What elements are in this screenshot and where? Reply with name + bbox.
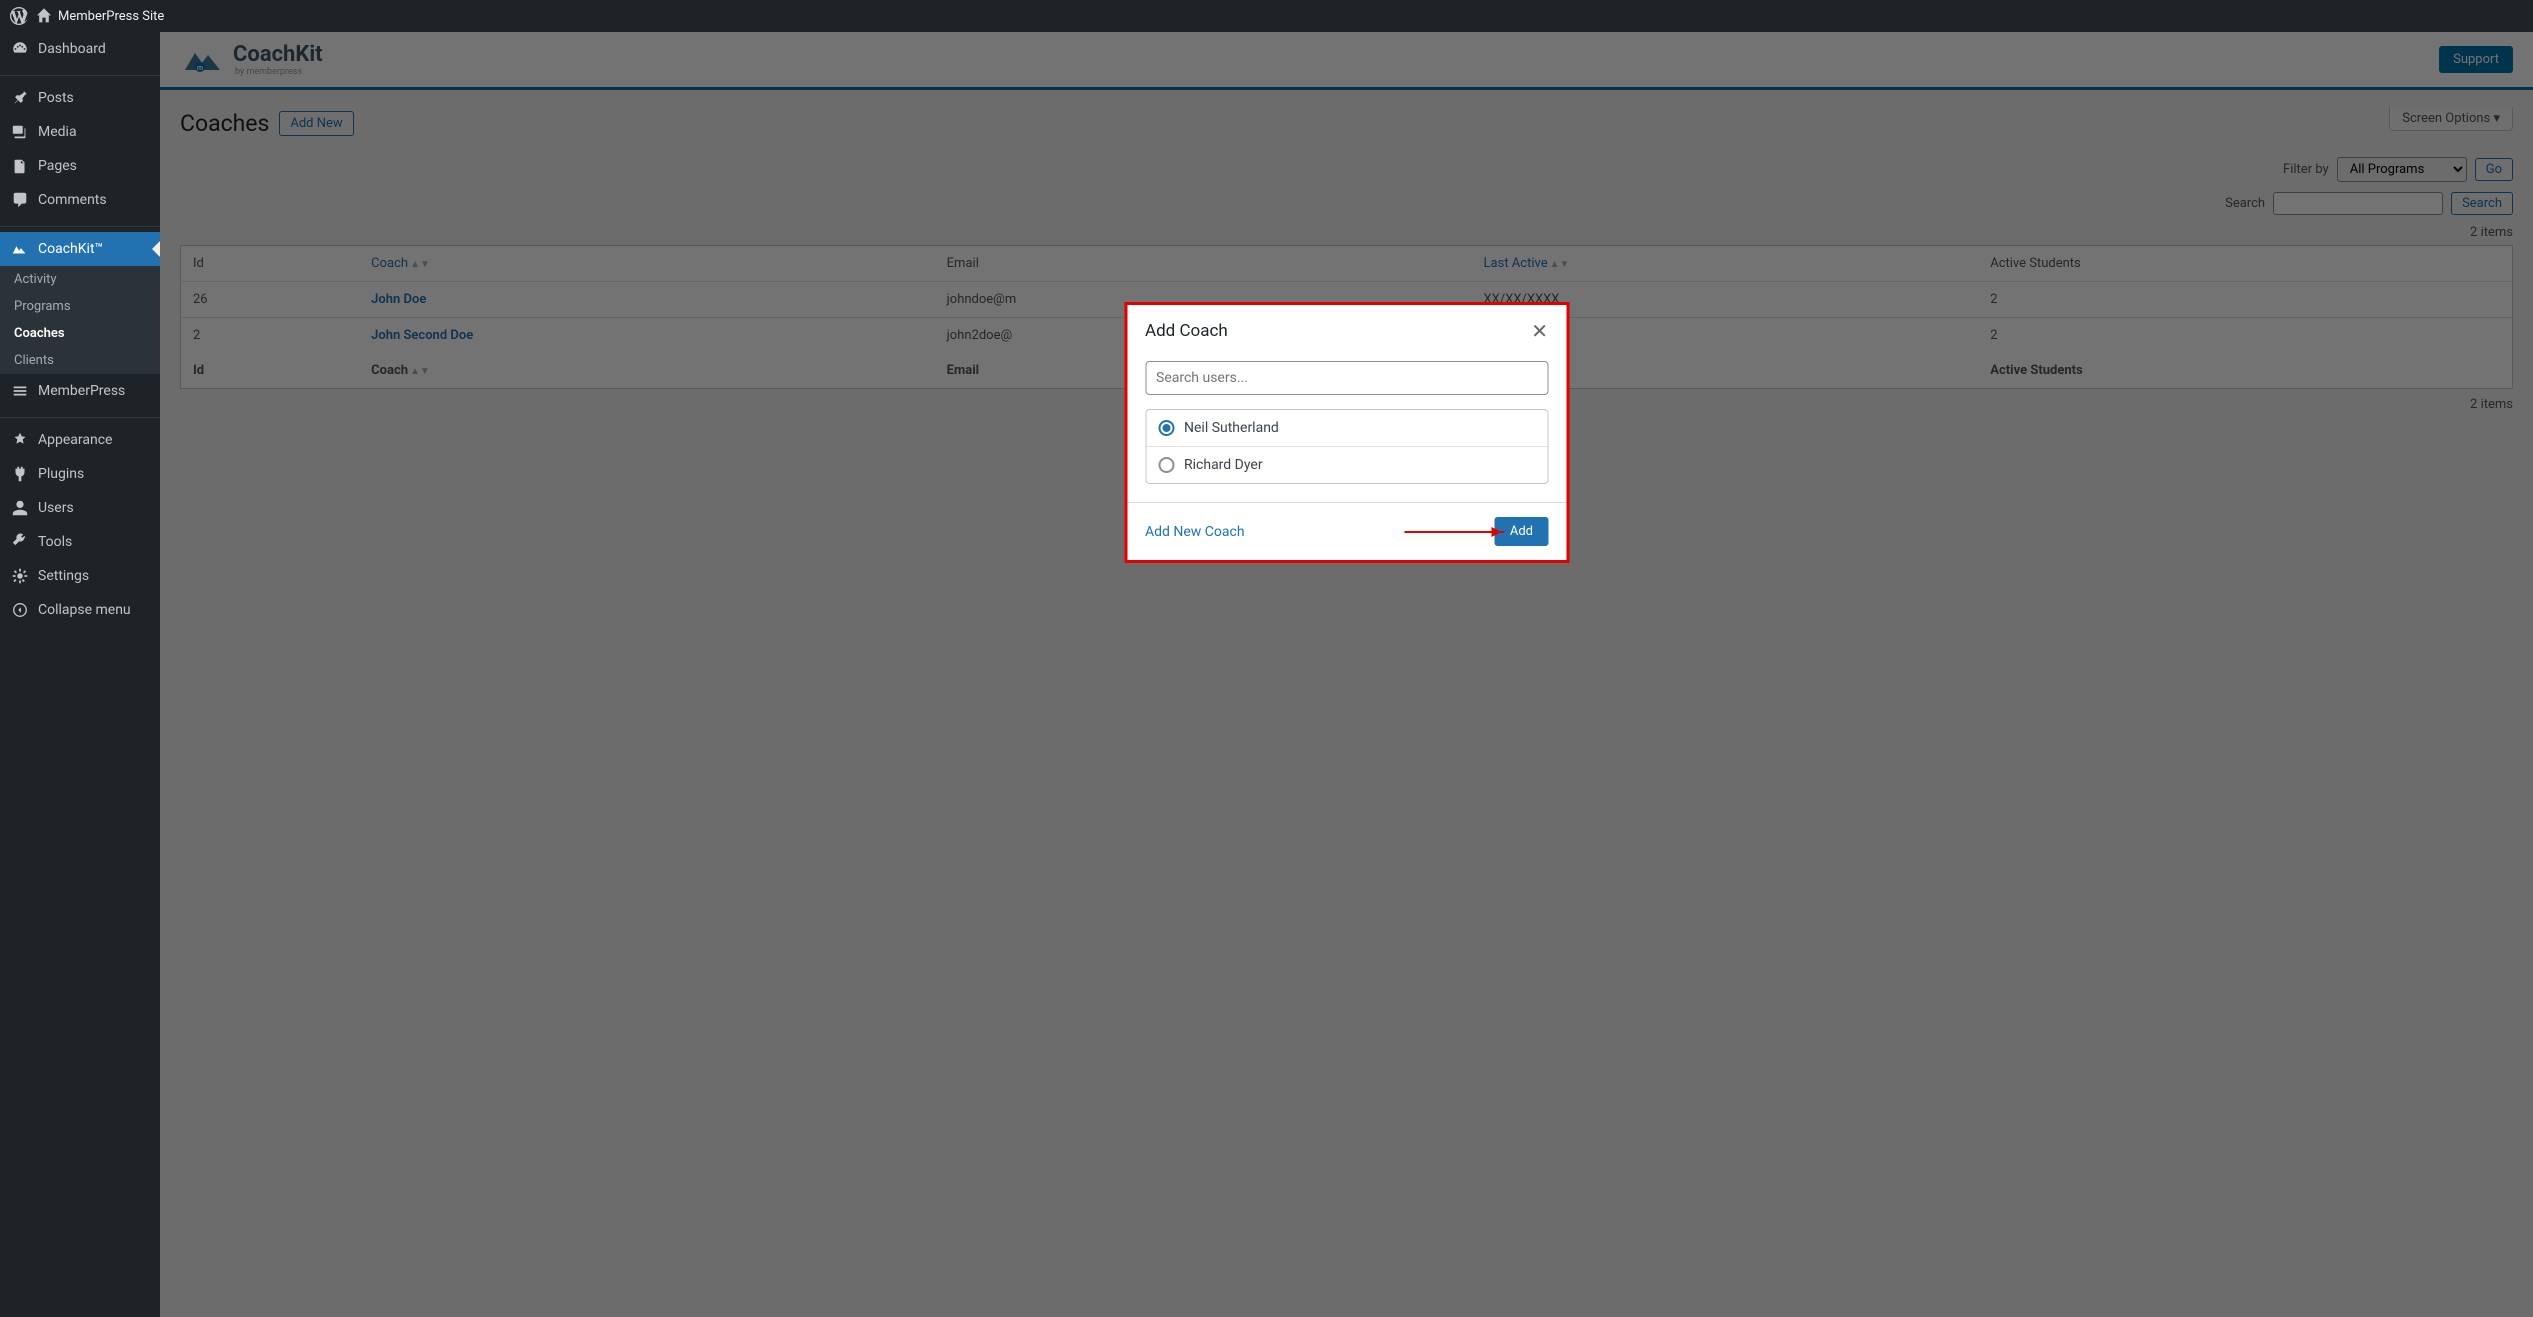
submenu-activity[interactable]: Activity — [0, 266, 160, 293]
wordpress-icon[interactable] — [10, 7, 28, 25]
modal-title: Add Coach — [1145, 321, 1228, 341]
sidebar-item-label: Media — [38, 124, 77, 140]
site-name[interactable]: MemberPress Site — [58, 9, 164, 24]
user-list: Neil Sutherland Richard Dyer — [1145, 409, 1548, 484]
home-icon[interactable] — [36, 8, 52, 24]
search-users-input[interactable] — [1145, 361, 1548, 395]
sidebar-item-label: CoachKit™ — [38, 241, 103, 257]
main-content: m CoachKit by memberpress Support Screen… — [160, 32, 2533, 1317]
settings-icon — [10, 567, 30, 585]
close-icon: ✕ — [1531, 319, 1548, 343]
sidebar-item-label: Plugins — [38, 466, 84, 482]
submenu-clients[interactable]: Clients — [0, 347, 160, 374]
sidebar-item-label: Collapse menu — [38, 602, 131, 618]
admin-topbar: MemberPress Site — [0, 0, 2533, 32]
sidebar-item-posts[interactable]: Posts — [0, 81, 160, 115]
sidebar-item-settings[interactable]: Settings — [0, 559, 160, 593]
sidebar-item-comments[interactable]: Comments — [0, 183, 160, 217]
radio-icon — [1158, 420, 1174, 436]
sidebar-item-appearance[interactable]: Appearance — [0, 423, 160, 457]
sidebar-item-label: Tools — [38, 534, 72, 550]
sidebar-item-label: Posts — [38, 90, 74, 106]
sidebar-item-tools[interactable]: Tools — [0, 525, 160, 559]
sidebar-item-label: Appearance — [38, 432, 112, 448]
pin-icon — [10, 89, 30, 107]
sidebar-item-coachkit[interactable]: CoachKit™ — [0, 232, 160, 266]
sidebar-item-dashboard[interactable]: Dashboard — [0, 32, 160, 66]
media-icon — [10, 123, 30, 141]
sidebar-item-memberpress[interactable]: MemberPress — [0, 374, 160, 408]
dashboard-icon — [10, 40, 30, 58]
radio-icon — [1158, 457, 1174, 473]
user-name: Richard Dyer — [1184, 457, 1263, 473]
sidebar-item-collapse[interactable]: Collapse menu — [0, 593, 160, 627]
memberpress-icon — [10, 382, 30, 400]
sidebar-item-label: Users — [38, 500, 74, 516]
user-option[interactable]: Richard Dyer — [1146, 446, 1547, 483]
sidebar-item-pages[interactable]: Pages — [0, 149, 160, 183]
modal-overlay[interactable] — [160, 32, 2533, 1317]
plugins-icon — [10, 465, 30, 483]
submenu-coaches[interactable]: Coaches — [0, 320, 160, 347]
sidebar-item-media[interactable]: Media — [0, 115, 160, 149]
tools-icon — [10, 533, 30, 551]
close-button[interactable]: ✕ — [1531, 321, 1548, 341]
sidebar-item-label: Dashboard — [38, 41, 106, 57]
coachkit-submenu: Activity Programs Coaches Clients — [0, 266, 160, 374]
submenu-programs[interactable]: Programs — [0, 293, 160, 320]
add-new-coach-link[interactable]: Add New Coach — [1145, 524, 1245, 540]
sidebar-item-label: Pages — [38, 158, 77, 174]
sidebar-item-users[interactable]: Users — [0, 491, 160, 525]
coachkit-icon — [10, 240, 30, 258]
collapse-icon — [10, 601, 30, 619]
add-coach-modal: Add Coach ✕ Neil Sutherland R — [1124, 302, 1569, 563]
sidebar-item-plugins[interactable]: Plugins — [0, 457, 160, 491]
sidebar-item-label: Comments — [38, 192, 107, 208]
appearance-icon — [10, 431, 30, 449]
admin-sidebar: Dashboard Posts Media Pages Comments Coa… — [0, 32, 160, 1317]
user-name: Neil Sutherland — [1184, 420, 1279, 436]
annotation-arrow — [1404, 531, 1504, 533]
sidebar-item-label: MemberPress — [38, 383, 125, 399]
pages-icon — [10, 157, 30, 175]
users-icon — [10, 499, 30, 517]
comments-icon — [10, 191, 30, 209]
sidebar-item-label: Settings — [38, 568, 89, 584]
user-option[interactable]: Neil Sutherland — [1146, 410, 1547, 446]
